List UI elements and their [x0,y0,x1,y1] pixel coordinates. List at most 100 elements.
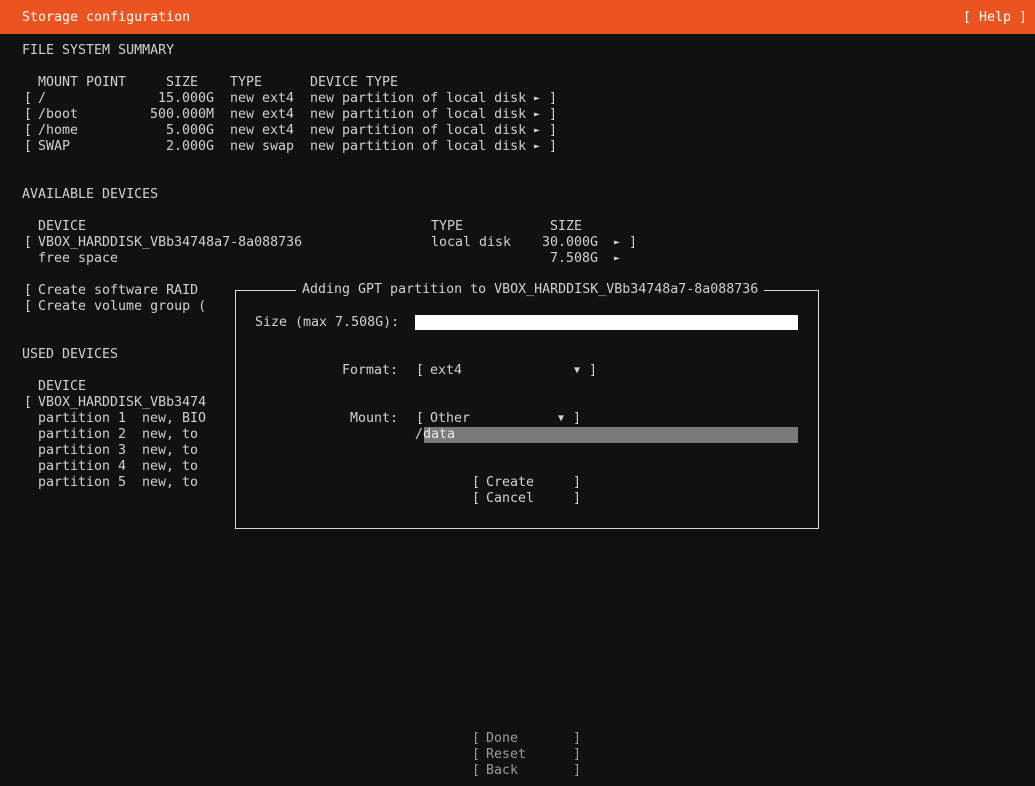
create-button[interactable]: [ Create ] [472,475,582,491]
fs-mount: /home [38,123,79,138]
add-partition-dialog: Adding GPT partition to VBOX_HARDDISK_VB… [235,282,819,529]
button-open-bracket: [ [472,731,481,746]
partition-name: partition 1 [38,411,127,426]
row-open-bracket: [ [24,139,33,154]
size-label: Size (max 7.508G): [255,315,400,330]
reset-label: Reset [486,747,527,762]
fs-row-root[interactable]: [ / 15.000G new ext4 new partition of lo… [0,91,560,107]
back-button[interactable]: [ Back ] [472,763,582,779]
fs-type: new swap [230,139,295,154]
col-device: DEVICE [38,379,87,394]
disk-type: local disk [431,235,512,250]
fs-type: new ext4 [230,91,295,106]
partition-row: partition 2 new, to [0,427,210,443]
fs-row-boot[interactable]: [ /boot 500.000M new ext4 new partition … [0,107,560,123]
fs-mount: / [38,91,47,106]
col-size: SIZE [166,75,199,90]
mount-path-input[interactable]: / data [415,427,798,443]
fs-size: 15.000G [157,91,214,106]
row-close-bracket: ] [629,235,638,250]
page-title: Storage configuration [22,10,191,25]
done-label: Done [486,731,519,746]
free-space-label: free space [38,251,119,266]
partition-desc: new, BIO [142,411,207,426]
arrow-right-icon: ► [614,253,621,264]
col-mount-point: MOUNT POINT [38,75,127,90]
partition-row: partition 5 new, to [0,475,210,491]
fs-device-type: new partition of local disk [310,107,527,122]
fs-summary-columns: MOUNT POINT SIZE TYPE DEVICE TYPE [0,75,398,91]
button-close-bracket: ] [573,747,582,762]
available-heading: AVAILABLE DEVICES [22,187,159,202]
partition-name: partition 5 [38,475,127,490]
fs-mount: SWAP [38,139,71,154]
row-open-bracket: [ [24,107,33,122]
col-size: SIZE [550,219,583,234]
button-open-bracket: [ [472,747,481,762]
fs-summary-heading: FILE SYSTEM SUMMARY [22,43,175,58]
format-value: ext4 [430,363,463,378]
help-button[interactable]: [ Help ] [963,10,1027,26]
used-heading-row: USED DEVICES [0,347,118,363]
fs-size: 500.000M [149,107,214,122]
cancel-label: Cancel [486,491,535,506]
button-open-bracket: [ [472,491,481,506]
row-open-bracket: [ [24,91,33,106]
col-device-type: DEVICE TYPE [310,75,399,90]
row-open-bracket: [ [24,123,33,138]
partition-name: partition 3 [38,443,127,458]
row-open-bracket: [ [24,395,33,410]
row-open-bracket: [ [24,283,33,298]
select-close-bracket: ] [589,363,598,378]
disk-name: VBOX_HARDDISK_VBb34748a7-8a088736 [38,235,303,250]
row-close-bracket: ] [549,91,558,106]
col-device: DEVICE [38,219,87,234]
used-columns: DEVICE [0,379,86,395]
partition-desc: new, to [142,459,199,474]
row-close-bracket: ] [549,107,558,122]
fs-type: new ext4 [230,107,295,122]
fs-device-type: new partition of local disk [310,123,527,138]
partition-desc: new, to [142,475,199,490]
col-type: TYPE [230,75,263,90]
fs-size: 5.000G [165,123,214,138]
fs-device-type: new partition of local disk [310,139,527,154]
create-vg-label: Create volume group ( [38,299,207,314]
size-input[interactable] [415,315,798,330]
done-button[interactable]: [ Done ] [472,731,582,747]
fs-device-type: new partition of local disk [310,91,527,106]
create-vg-button[interactable]: [ Create volume group ( [0,299,230,315]
button-close-bracket: ] [573,491,582,506]
fs-mount: /boot [38,107,79,122]
arrow-right-icon: ► [534,93,541,104]
back-label: Back [486,763,519,778]
header-bar: Storage configuration [ Help ] [0,0,1035,34]
row-open-bracket: [ [24,299,33,314]
disk-size: 30.000G [541,235,598,250]
free-space-row[interactable]: free space 7.508G ► [0,251,640,267]
used-heading: USED DEVICES [22,347,119,362]
partition-desc: new, to [142,427,199,442]
dialog-title: Adding GPT partition to VBOX_HARDDISK_VB… [296,282,765,298]
reset-button[interactable]: [ Reset ] [472,747,582,763]
available-heading-row: AVAILABLE DEVICES [0,187,158,203]
format-label: Format: [342,363,399,378]
used-disk-row[interactable]: [ VBOX_HARDDISK_VBb3474 [0,395,210,411]
arrow-right-icon: ► [534,125,541,136]
available-disk-row[interactable]: [ VBOX_HARDDISK_VBb34748a7-8a088736 loca… [0,235,640,251]
partition-name: partition 4 [38,459,127,474]
button-open-bracket: [ [472,763,481,778]
partition-name: partition 2 [38,427,127,442]
mount-value: Other [430,411,471,426]
select-open-bracket: [ [416,411,425,426]
free-space-size: 7.508G [549,251,598,266]
fs-row-home[interactable]: [ /home 5.000G new ext4 new partition of… [0,123,560,139]
cancel-button[interactable]: [ Cancel ] [472,491,582,507]
fs-summary-heading-row: FILE SYSTEM SUMMARY [0,43,174,59]
arrow-right-icon: ► [614,237,621,248]
create-raid-button[interactable]: [ Create software RAID [0,283,230,299]
format-select[interactable]: [ ext4 ▼ ] [416,363,600,379]
mount-select[interactable]: [ Other ▼ ] [416,411,584,427]
fs-row-swap[interactable]: [ SWAP 2.000G new swap new partition of … [0,139,560,155]
fs-type: new ext4 [230,123,295,138]
